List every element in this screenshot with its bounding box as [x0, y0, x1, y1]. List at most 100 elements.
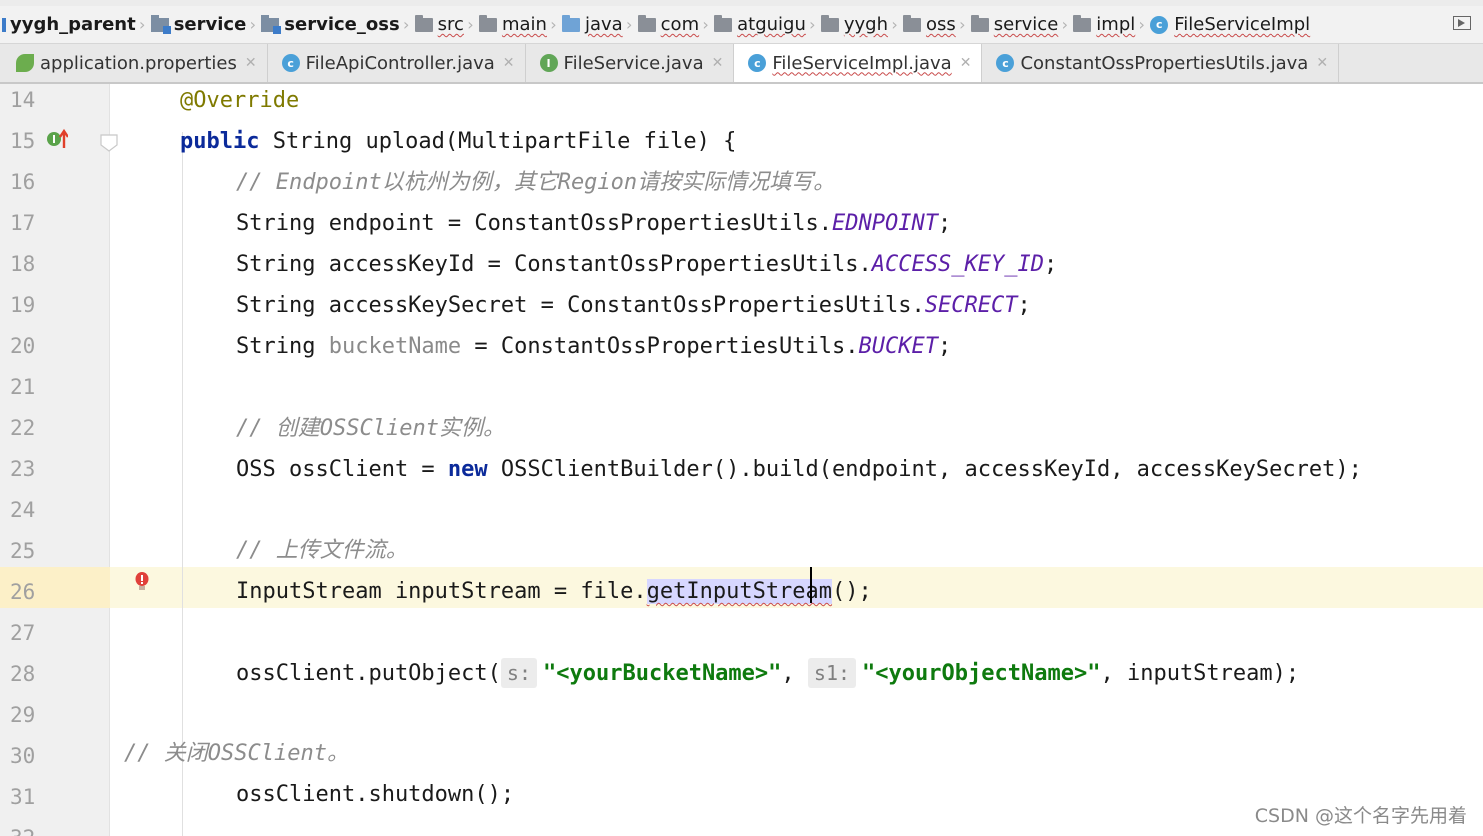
code-line-22[interactable]: // 创建OSSClient实例。: [236, 414, 505, 444]
line-number: 29: [10, 703, 36, 727]
code-line-15[interactable]: public String upload(MultipartFile file)…: [180, 127, 736, 157]
tab-constantosspropertiesutils[interactable]: c ConstantOssPropertiesUtils.java ✕: [982, 44, 1340, 82]
parameter-hint: s1:: [807, 658, 857, 688]
code-text: , inputStream);: [1100, 661, 1300, 686]
code-line-16[interactable]: // Endpoint以杭州为例，其它Region请按实际情况填写。: [236, 168, 835, 198]
line-number: 30: [10, 744, 36, 768]
line-number: 27: [10, 621, 36, 645]
breadcrumb-label: atguigu: [737, 14, 806, 35]
chevron-right-icon: ›: [1061, 15, 1068, 34]
tab-fileapicontroller[interactable]: c FileApiController.java ✕: [268, 44, 526, 82]
breadcrumb-item-src[interactable]: src: [414, 6, 464, 43]
selected-method-token: getInputStream: [646, 579, 833, 604]
code-line-25[interactable]: // 上传文件流。: [236, 536, 408, 566]
code-text: ossClient.shutdown();: [236, 782, 515, 807]
line-number: 23: [10, 457, 36, 481]
breadcrumb-label: yygh_parent: [10, 14, 136, 35]
tab-label: FileService.java: [563, 52, 704, 74]
module-folder-icon: [2, 17, 6, 32]
code-line-31[interactable]: ossClient.shutdown();: [236, 780, 514, 810]
tab-fileserviceimpl[interactable]: c FileServiceImpl.java ✕: [734, 44, 983, 82]
code-line-23[interactable]: OSS ossClient = new OSSClientBuilder().b…: [236, 455, 1362, 485]
code-line-30[interactable]: // 关闭OSSClient。: [124, 739, 349, 769]
close-icon[interactable]: ✕: [503, 55, 515, 71]
breadcrumb-item-fileserviceimpl[interactable]: c FileServiceImpl: [1150, 6, 1310, 43]
code-text: = ConstantOssPropertiesUtils.: [461, 334, 859, 359]
code-text: ;: [1017, 293, 1031, 318]
code-editor[interactable]: 14 15 16 17 18 19 20 21 22 23 24 25 26 2…: [0, 84, 1483, 836]
code-line-28[interactable]: ossClient.putObject(s: "<yourBucketName>"…: [236, 658, 1299, 689]
spring-leaf-icon: [16, 54, 34, 72]
breadcrumb-item-service-package[interactable]: service: [970, 6, 1058, 43]
line-number: 20: [10, 334, 36, 358]
code-line-20[interactable]: String bucketName = ConstantOssPropertie…: [236, 332, 951, 362]
code-line-14[interactable]: @Override: [180, 86, 299, 116]
close-icon[interactable]: ✕: [960, 55, 972, 71]
breadcrumb-item-yygh-parent[interactable]: yygh_parent: [2, 6, 136, 43]
chevron-right-icon: ›: [550, 15, 557, 34]
tab-application-properties[interactable]: application.properties ✕: [0, 44, 268, 82]
breadcrumb-item-oss[interactable]: oss: [903, 6, 956, 43]
comment-token: // 上传文件流。: [236, 538, 408, 563]
parameter-hint: s:: [500, 658, 537, 688]
chevron-right-icon: ›: [625, 15, 633, 34]
keyword-token: new: [447, 457, 488, 482]
breadcrumb-label: impl: [1096, 14, 1136, 35]
class-icon: c: [1150, 15, 1169, 34]
code-text: String accessKeyId = ConstantOssProperti…: [236, 252, 872, 277]
breadcrumb-label: com: [660, 14, 700, 35]
breadcrumb-label: FileServiceImpl: [1174, 14, 1311, 35]
error-bulb-icon[interactable]: [134, 571, 150, 595]
text-caret: [810, 567, 812, 603]
breadcrumb-item-service-oss[interactable]: service_oss: [261, 6, 400, 43]
breadcrumb-item-main[interactable]: main: [478, 6, 547, 43]
static-field-token: BUCKET: [858, 334, 939, 359]
breadcrumb-item-atguigu[interactable]: atguigu: [714, 6, 806, 43]
chevron-right-icon: ›: [702, 15, 709, 34]
code-text: OSSClientBuilder().build(endpoint, acces…: [487, 457, 1362, 482]
class-icon: c: [281, 54, 300, 72]
breadcrumb-item-java[interactable]: java: [561, 6, 623, 43]
line-number: 31: [10, 785, 36, 809]
keyword-token: public: [180, 129, 260, 154]
code-text: OSS ossClient =: [236, 457, 448, 482]
breadcrumb-item-impl[interactable]: impl: [1073, 6, 1135, 43]
watermark: CSDN @这个名字先用着: [1254, 805, 1467, 827]
implements-method-icon[interactable]: [46, 128, 68, 150]
code-line-17[interactable]: String endpoint = ConstantOssPropertiesU…: [236, 209, 951, 239]
breadcrumb-label: main: [501, 14, 547, 35]
tab-label: ConstantOssPropertiesUtils.java: [1020, 52, 1309, 74]
code-text: ;: [1043, 252, 1058, 277]
line-number: 17: [10, 211, 36, 235]
code-text: ;: [938, 334, 952, 359]
tab-label: FileApiController.java: [305, 52, 495, 74]
package-icon: [1073, 14, 1092, 32]
close-icon[interactable]: ✕: [1316, 55, 1328, 71]
code-text: String: [236, 334, 329, 359]
code-line-19[interactable]: String accessKeySecret = ConstantOssProp…: [236, 291, 1031, 321]
package-icon: [970, 14, 989, 32]
chevron-right-icon: ›: [467, 15, 474, 34]
source-folder-icon: [561, 14, 580, 32]
code-text: String endpoint = ConstantOssPropertiesU…: [236, 211, 833, 236]
close-icon[interactable]: ✕: [245, 55, 257, 71]
package-icon: [637, 14, 656, 32]
tab-fileservice[interactable]: I FileService.java ✕: [526, 44, 735, 82]
package-icon: [714, 14, 733, 32]
breadcrumb-item-com[interactable]: com: [637, 6, 700, 43]
breadcrumb-item-service-module[interactable]: service: [150, 6, 246, 43]
breadcrumb-label: service_oss: [284, 14, 400, 35]
fold-marker-icon[interactable]: [99, 133, 119, 153]
line-number: 24: [10, 498, 36, 522]
line-number: 22: [10, 416, 36, 440]
static-field-token: EDNPOINT: [832, 211, 938, 236]
editor-tab-bar: application.properties ✕ c FileApiContro…: [0, 44, 1483, 84]
code-line-18[interactable]: String accessKeyId = ConstantOssProperti…: [236, 250, 1057, 280]
chevron-right-icon: ›: [139, 15, 146, 34]
comment-token: // 创建OSSClient实例。: [236, 416, 505, 441]
code-line-26[interactable]: InputStream inputStream = file.getInputS…: [236, 577, 872, 607]
breadcrumb-item-yygh[interactable]: yygh: [820, 6, 888, 43]
toggle-panel-icon[interactable]: [1453, 16, 1471, 30]
close-icon[interactable]: ✕: [712, 55, 724, 71]
code-text: ossClient.putObject(: [236, 661, 501, 686]
